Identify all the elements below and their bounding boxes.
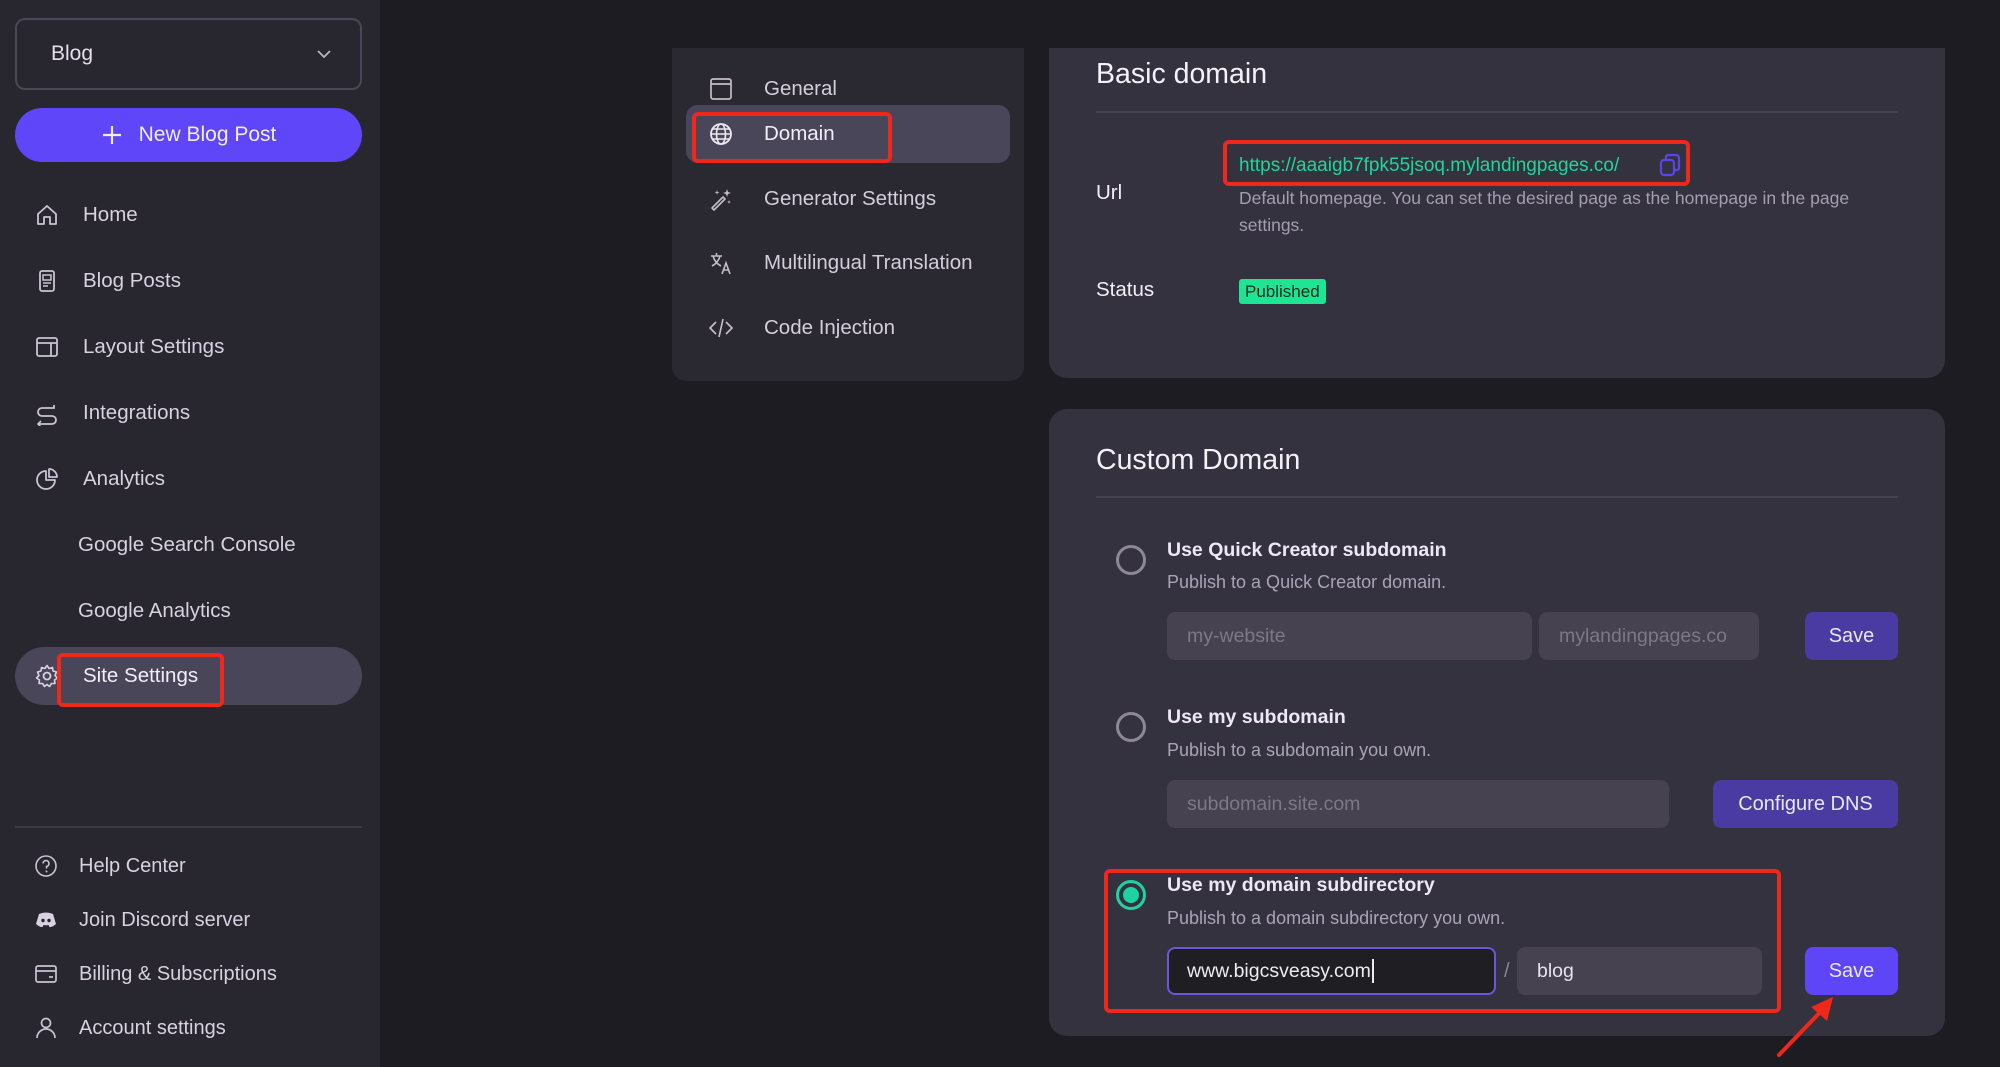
settings-tab-label: Generator Settings — [764, 187, 937, 210]
basic-domain-card: Basic domain Url https://aaaigb7fpk55jso… — [1049, 48, 1945, 378]
credit-card-icon — [33, 961, 59, 987]
subdirectory-path-input[interactable]: blog — [1517, 947, 1762, 995]
sidebar-item-blog-posts[interactable]: Blog Posts — [15, 252, 362, 310]
radio-domain-subdirectory[interactable] — [1116, 880, 1146, 910]
layout-icon — [33, 333, 61, 361]
settings-tab-generator[interactable]: Generator Settings — [686, 170, 1010, 228]
subdirectory-domain-input[interactable]: www.bigcsveasy.com — [1167, 947, 1496, 995]
user-icon — [33, 1015, 59, 1041]
plus-icon — [102, 126, 121, 144]
sidebar-item-site-settings[interactable]: Site Settings — [15, 647, 362, 705]
my-subdomain-input[interactable]: subdomain.site.com — [1167, 780, 1669, 828]
sidebar-item-label: Blog Posts — [83, 269, 181, 292]
custom-domain-title: Custom Domain — [1096, 444, 1301, 476]
settings-tab-label: General — [764, 77, 837, 100]
sidebar-item-label: Integrations — [83, 401, 191, 424]
radio-quick-creator-subdomain[interactable] — [1116, 545, 1146, 575]
sidebar-divider — [15, 826, 362, 828]
footer-item-label: Account settings — [79, 1016, 226, 1039]
footer-item-label: Join Discord server — [79, 908, 251, 931]
path-separator: / — [1504, 960, 1510, 982]
sidebar-item-integrations[interactable]: Integrations — [15, 384, 362, 442]
sidebar: Blog New Blog Post Home Blog Posts Layou… — [0, 0, 380, 1067]
settings-tab-domain[interactable]: Domain — [686, 105, 1010, 163]
code-icon — [708, 315, 734, 341]
sidebar-item-label: Google Search Console — [78, 533, 296, 556]
sidebar-item-label: Home — [83, 203, 138, 226]
basic-domain-title: Basic domain — [1096, 58, 1268, 90]
footer-item-label: Billing & Subscriptions — [79, 962, 277, 985]
configure-dns-button[interactable]: Configure DNS — [1713, 780, 1898, 828]
sidebar-item-google-search-console[interactable]: Google Search Console — [15, 516, 362, 574]
sidebar-help-center[interactable]: Help Center — [15, 845, 362, 887]
quick-creator-domain-suffix: mylandingpages.co — [1539, 612, 1759, 660]
status-badge: Published — [1239, 279, 1326, 304]
pie-chart-icon — [33, 465, 61, 493]
discord-icon — [33, 907, 59, 933]
copy-icon[interactable] — [1657, 152, 1683, 178]
site-selector-dropdown[interactable]: Blog — [15, 18, 362, 90]
option-description: Publish to a domain subdirectory you own… — [1167, 908, 1506, 928]
save-subdirectory-button[interactable]: Save — [1805, 947, 1898, 995]
sidebar-item-google-analytics[interactable]: Google Analytics — [15, 582, 362, 640]
home-icon — [33, 201, 61, 229]
footer-item-label: Help Center — [79, 854, 186, 877]
sidebar-item-label: Site Settings — [83, 664, 199, 687]
option-title: Use Quick Creator subdomain — [1167, 539, 1447, 561]
settings-tab-code-injection[interactable]: Code Injection — [686, 299, 1010, 357]
gear-icon — [33, 662, 61, 690]
site-selector-value: Blog — [51, 42, 94, 65]
settings-tab-label: Multilingual Translation — [764, 251, 973, 274]
sidebar-item-layout-settings[interactable]: Layout Settings — [15, 318, 362, 376]
sidebar-billing[interactable]: Billing & Subscriptions — [15, 953, 362, 995]
status-label: Status — [1096, 278, 1155, 301]
url-help-text: Default homepage. You can set the desire… — [1239, 188, 1850, 235]
option-title: Use my domain subdirectory — [1167, 874, 1435, 896]
settings-tab-translation[interactable]: Multilingual Translation — [686, 234, 1010, 292]
sidebar-item-label: Layout Settings — [83, 335, 225, 358]
divider — [1096, 111, 1898, 113]
option-description: Publish to a subdomain you own. — [1167, 740, 1432, 760]
app-root: Blog New Blog Post Home Blog Posts Layou… — [0, 0, 2000, 1067]
settings-tab-label: Code Injection — [764, 316, 896, 339]
new-blog-post-button[interactable]: New Blog Post — [15, 108, 362, 162]
chevron-down-icon — [317, 50, 331, 59]
sidebar-item-home[interactable]: Home — [15, 186, 362, 244]
settings-tab-label: Domain — [764, 122, 835, 145]
sidebar-item-label: Analytics — [83, 467, 166, 490]
sidebar-join-discord[interactable]: Join Discord server — [15, 899, 362, 941]
divider — [1096, 496, 1898, 498]
option-title: Use my subdomain — [1167, 706, 1346, 728]
help-circle-icon — [33, 853, 59, 879]
option-description: Publish to a Quick Creator domain. — [1167, 572, 1447, 592]
globe-icon — [708, 121, 734, 147]
save-quick-creator-button[interactable]: Save — [1805, 612, 1898, 660]
sidebar-item-analytics[interactable]: Analytics — [15, 450, 362, 508]
subdirectory-domain-value: www.bigcsveasy.com — [1187, 959, 1371, 982]
settings-subnav: General Domain Generator Settings Multil… — [672, 48, 1024, 381]
basic-domain-url-link[interactable]: https://aaaigb7fpk55jsoq.mylandingpages.… — [1239, 155, 1619, 177]
sidebar-item-label: Google Analytics — [78, 599, 231, 622]
window-icon — [708, 76, 734, 102]
custom-domain-card: Custom Domain Use Quick Creator subdomai… — [1049, 409, 1945, 1036]
sidebar-account-settings[interactable]: Account settings — [15, 1007, 362, 1049]
new-blog-post-label: New Blog Post — [138, 123, 277, 146]
document-icon — [33, 267, 61, 295]
translate-icon — [708, 250, 734, 276]
url-label: Url — [1096, 181, 1123, 204]
integrations-icon — [33, 399, 61, 427]
radio-my-subdomain[interactable] — [1116, 712, 1146, 742]
magic-wand-icon — [708, 186, 734, 212]
quick-creator-subdomain-input[interactable]: my-website — [1167, 612, 1532, 660]
text-caret — [1371, 959, 1374, 983]
